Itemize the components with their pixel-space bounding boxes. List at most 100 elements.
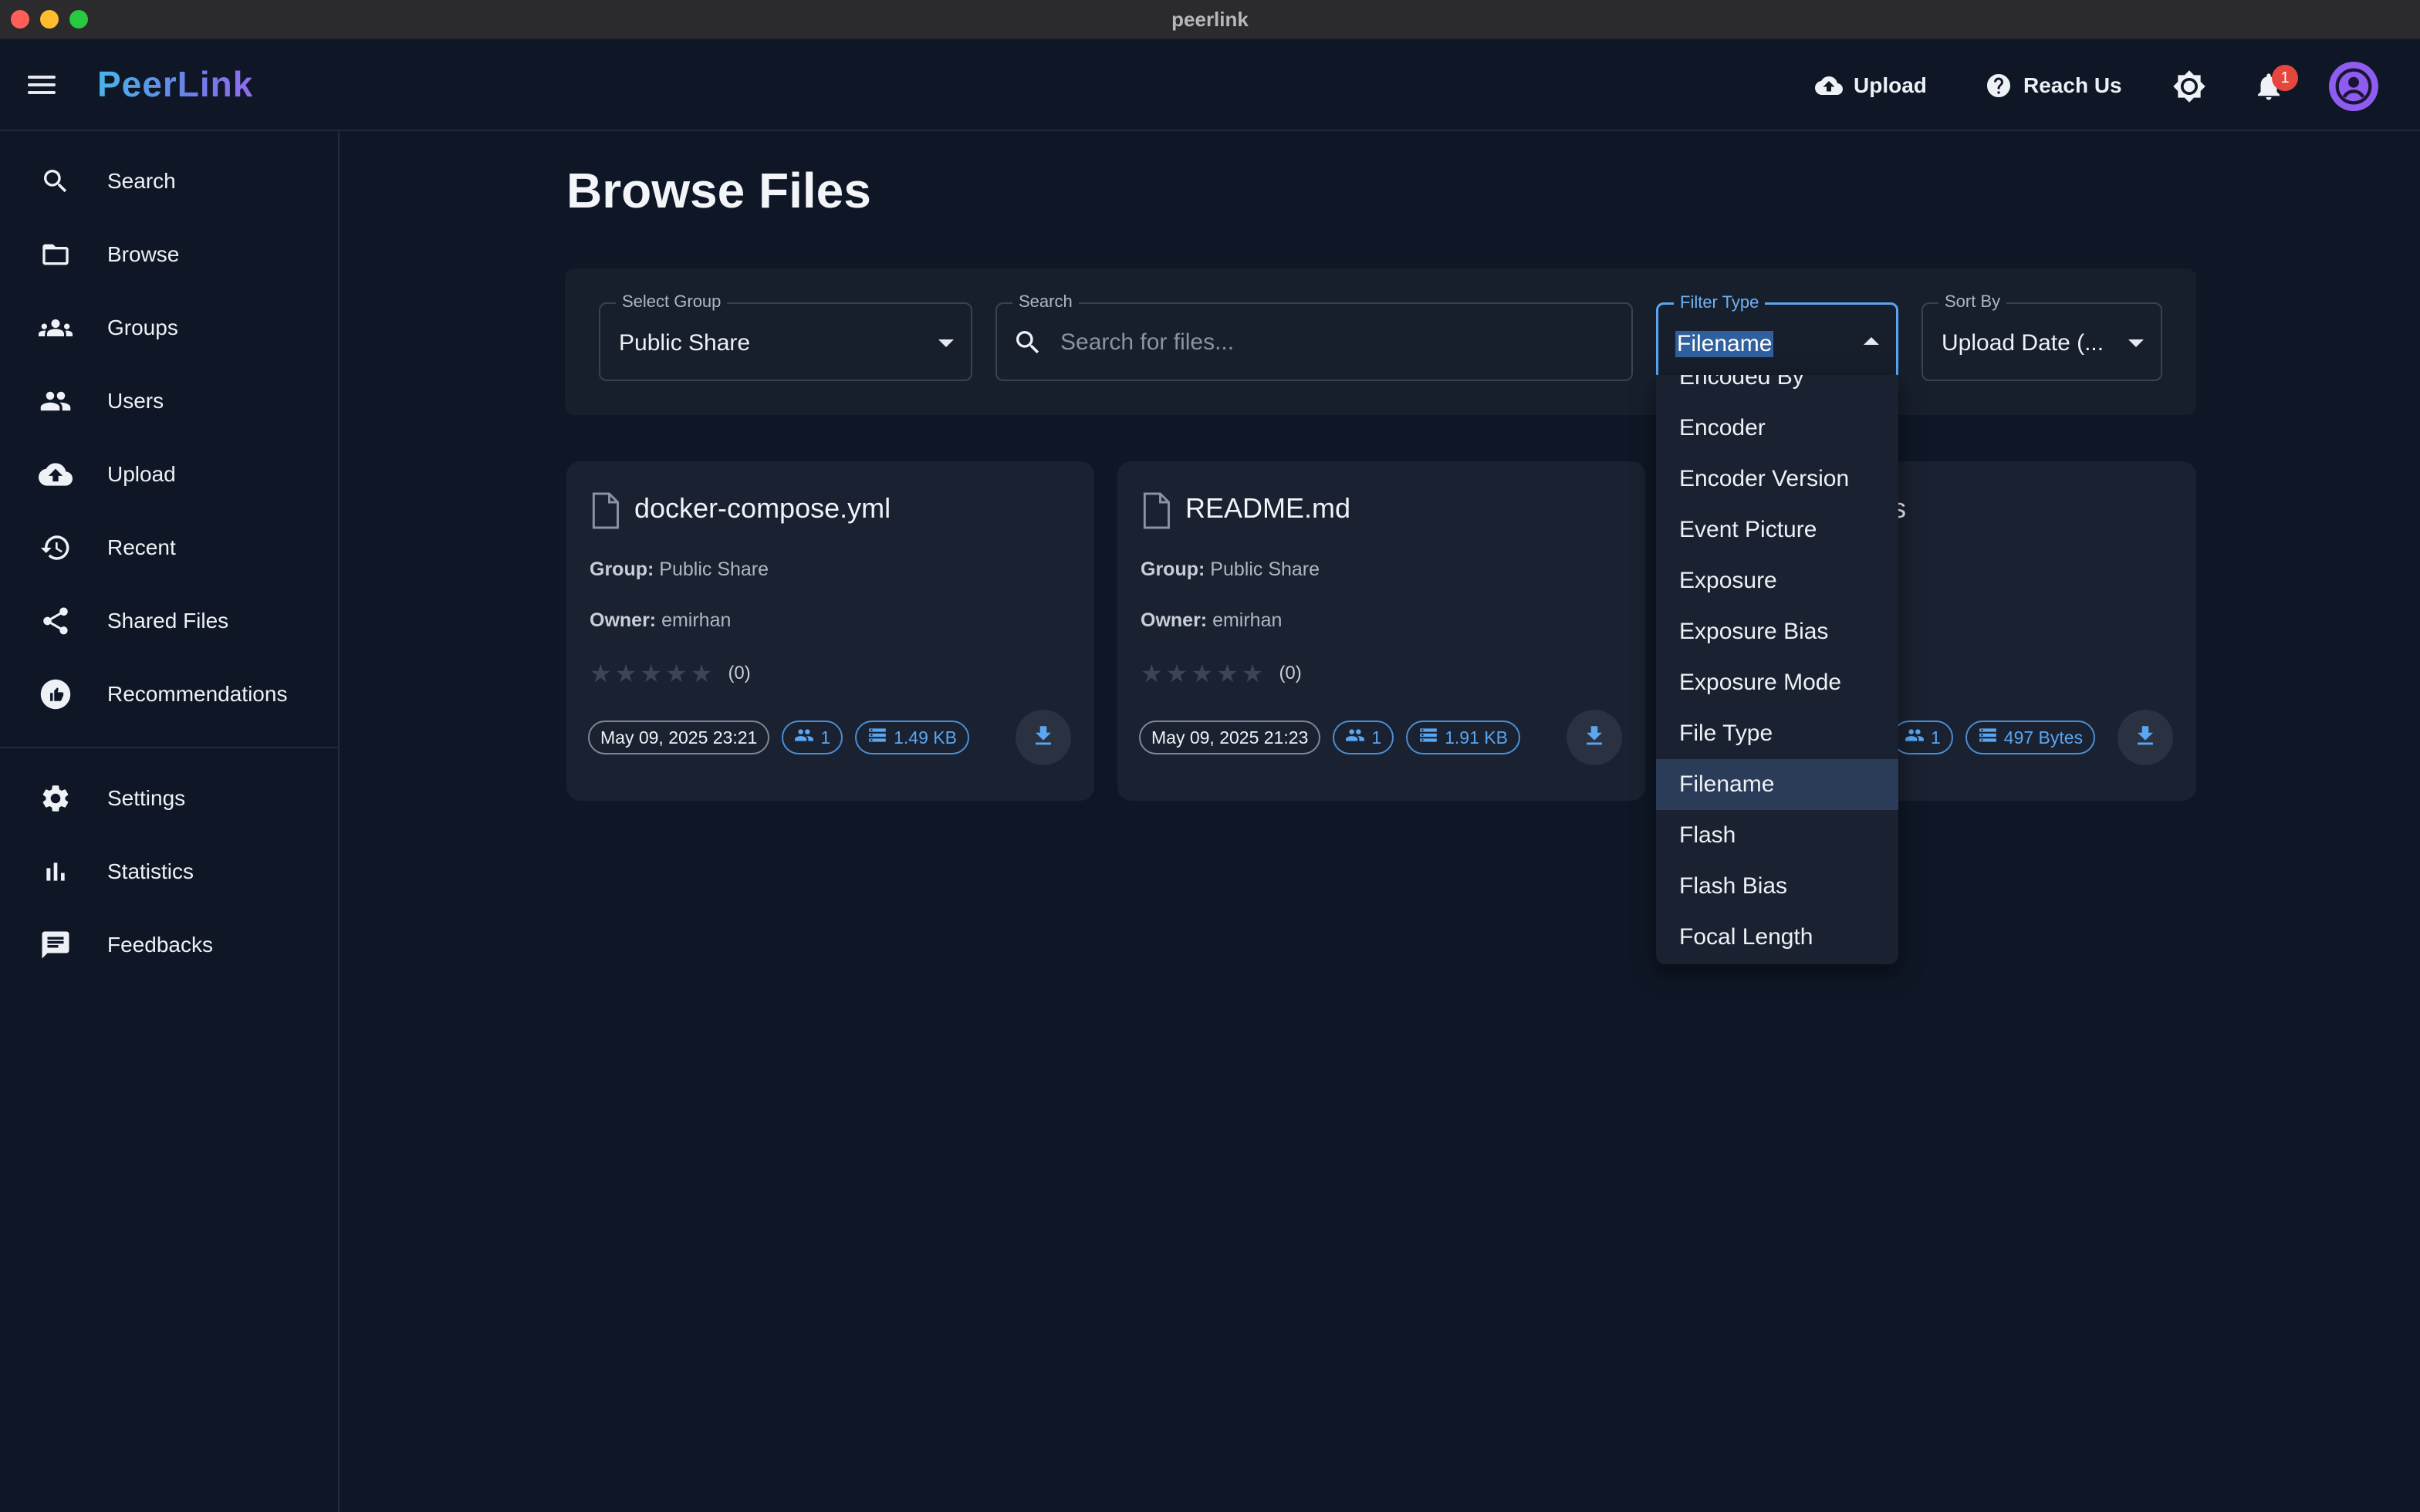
storage-icon [1418,725,1438,750]
sidebar-item-upload[interactable]: Upload [0,441,338,508]
sidebar-item-label: Recommendations [107,682,288,706]
sidebar-item-recent[interactable]: Recent [0,515,338,581]
sidebar-item-recommendations[interactable]: Recommendations [0,661,338,727]
upload-date-chip: May 09, 2025 23:21 [588,721,770,754]
sidebar-item-label: Search [107,169,176,193]
sidebar: Search Browse Groups Users Upload Recent… [0,131,340,1512]
sidebar-item-label: Shared Files [107,609,229,633]
folder-icon [37,236,74,273]
filter-option[interactable]: Flash [1656,810,1898,861]
star-icon[interactable]: ★ [1191,659,1213,688]
select-group-dropdown[interactable]: Select Group Public Share [599,292,972,381]
user-avatar-icon[interactable] [2329,62,2378,111]
file-chips: May 09, 2025 21:23 1 1.91 KB [1139,721,1520,754]
upload-button[interactable]: Upload [1815,69,1927,102]
search-label: Search [1012,292,1079,312]
filter-option[interactable]: Exposure Mode [1656,657,1898,708]
star-icon[interactable]: ★ [665,659,688,688]
sidebar-item-label: Groups [107,316,178,339]
file-icon [588,492,622,533]
star-icon[interactable]: ★ [1166,659,1188,688]
file-name[interactable]: docker-compose.yml [634,492,891,525]
search-field[interactable]: Search [995,292,1633,381]
star-icon[interactable]: ★ [640,659,662,688]
file-group: Group: Public Share [590,559,769,580]
sort-by-dropdown[interactable]: Sort By Upload Date (... [1921,292,2162,381]
file-size-chip: 1.49 KB [855,721,969,754]
filter-type-value: Filename [1675,331,1774,357]
sidebar-item-browse[interactable]: Browse [0,221,338,288]
select-group-label: Select Group [616,292,728,312]
sidebar-item-label: Upload [107,462,176,486]
sidebar-item-statistics[interactable]: Statistics [0,839,338,905]
filter-type-dropdown[interactable]: Filter Type Filename [1656,292,1898,381]
cloud-upload-icon [1815,72,1843,100]
filter-option[interactable]: Exposure Bias [1656,606,1898,657]
window-titlebar: peerlink [0,0,2420,40]
star-icon[interactable]: ★ [1216,659,1239,688]
filter-type-options-list[interactable]: Encoded By Encoder Encoder Version Event… [1656,375,1898,964]
groups-icon [37,309,74,346]
filter-option[interactable]: Encoded By [1656,375,1898,403]
sidebar-item-search[interactable]: Search [0,148,338,214]
filter-option[interactable]: Encoder [1656,403,1898,454]
filter-option[interactable]: File Type [1656,708,1898,759]
filter-option[interactable]: Flash Bias [1656,861,1898,912]
file-card[interactable]: docker-compose.yml Group: Public Share O… [566,461,1094,801]
help-circle-icon [1985,72,2013,100]
hamburger-menu-icon[interactable] [28,71,62,99]
users-icon [1905,725,1925,750]
file-icon [1139,492,1173,533]
file-card[interactable]: README.md Group: Public Share Owner: emi… [1117,461,1645,801]
sidebar-item-feedbacks[interactable]: Feedbacks [0,912,338,978]
share-icon [37,602,74,640]
search-icon [1012,327,1043,362]
star-icon[interactable]: ★ [1242,659,1264,688]
file-group: Group: Public Share [1141,559,1320,580]
star-icon[interactable]: ★ [1141,659,1163,688]
reach-us-label: Reach Us [2023,73,2122,97]
rating-stars[interactable]: ★ ★ ★ ★ ★ (0) [590,659,751,688]
sidebar-item-shared-files[interactable]: Shared Files [0,588,338,654]
users-icon [794,725,814,750]
filter-type-label: Filter Type [1674,292,1766,312]
download-button[interactable] [1567,710,1622,765]
filter-option[interactable]: Exposure [1656,555,1898,606]
star-icon[interactable]: ★ [615,659,637,688]
theme-toggle-icon[interactable] [2165,62,2214,111]
file-size-chip: 497 Bytes [1965,721,2096,754]
sidebar-divider [0,747,338,748]
sidebar-item-users[interactable]: Users [0,368,338,434]
cloud-upload-icon [37,456,74,493]
rating-count: (0) [728,663,751,683]
filter-option[interactable]: Event Picture [1656,505,1898,555]
download-icon [1581,723,1607,753]
sidebar-item-groups[interactable]: Groups [0,295,338,361]
star-icon[interactable]: ★ [691,659,713,688]
filter-option[interactable]: Encoder Version [1656,454,1898,505]
file-name[interactable]: README.md [1185,492,1350,525]
storage-icon [867,725,887,750]
download-icon [2132,723,2158,753]
reach-us-button[interactable]: Reach Us [1985,69,2122,102]
filter-option-selected[interactable]: Filename [1656,759,1898,810]
upload-button-label: Upload [1854,73,1927,97]
rating-count: (0) [1279,663,1302,683]
app-bar: PeerLink Upload Reach Us 1 [0,40,2420,131]
brand-logo[interactable]: PeerLink [97,63,253,105]
file-chips: 1 497 Bytes [1892,721,2096,754]
filter-option[interactable]: Focal Length [1656,912,1898,963]
sort-by-label: Sort By [1938,292,2007,312]
download-button[interactable] [1016,710,1071,765]
sidebar-item-label: Settings [107,786,186,810]
thumb-up-icon [37,676,74,713]
sidebar-item-settings[interactable]: Settings [0,765,338,832]
file-size-chip: 1.91 KB [1406,721,1520,754]
bar-chart-icon [37,853,74,890]
rating-stars[interactable]: ★ ★ ★ ★ ★ (0) [1141,659,1302,688]
notifications-bell-icon[interactable]: 1 [2244,62,2298,111]
star-icon[interactable]: ★ [590,659,612,688]
search-input[interactable] [1060,326,1616,359]
download-button[interactable] [2118,710,2173,765]
users-chip: 1 [1333,721,1394,754]
